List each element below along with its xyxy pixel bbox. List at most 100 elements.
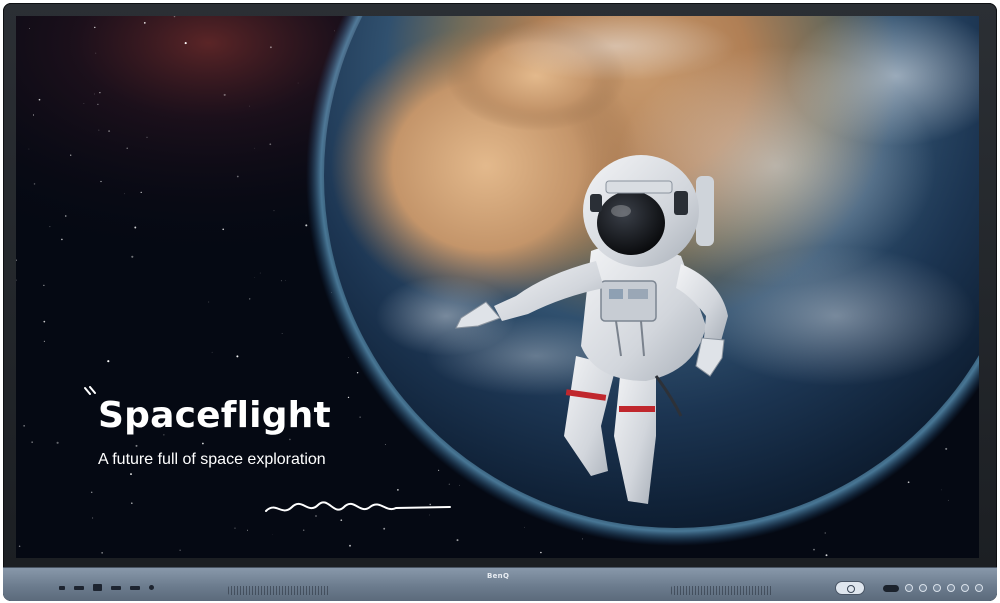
star [94,26,96,29]
star [43,340,45,342]
star [43,284,45,286]
star [28,148,30,150]
front-ports [59,584,154,591]
star [184,42,187,45]
home-button[interactable] [919,584,927,592]
star [108,130,111,133]
star [61,238,63,241]
star [947,499,949,501]
star [222,228,225,231]
display-screen[interactable]: Spaceflight A future full of space explo… [16,16,979,558]
star [248,298,251,300]
star [448,483,450,485]
star [356,371,359,374]
star [254,147,256,149]
star [340,519,343,522]
star [98,129,100,131]
star [97,103,99,106]
star [29,28,30,29]
front-control-buttons [835,581,983,595]
star [99,92,101,94]
star [824,532,826,534]
star [31,441,33,443]
star [134,226,137,229]
menu-button[interactable] [975,584,983,592]
headline-text: Spaceflight [84,386,331,436]
star [273,210,275,212]
star [236,175,239,178]
star [384,444,386,445]
star [56,441,59,444]
scribble-underline-icon [265,501,451,512]
volume-up-button[interactable] [961,584,969,592]
star [280,280,282,282]
light-sensor [883,584,899,592]
star [18,545,21,548]
star [95,52,97,54]
star [247,529,249,531]
star [334,30,335,32]
star [582,538,583,540]
star [208,301,210,303]
star [437,469,440,472]
star [49,226,51,228]
star [179,549,181,551]
star [101,552,103,554]
star [383,527,386,530]
volume-down-button[interactable] [947,584,955,592]
star [131,255,134,258]
star [813,548,815,551]
star [33,114,34,116]
usb-a-port [111,585,121,590]
hero-text-block: Spaceflight A future full of space explo… [84,386,451,512]
star [297,82,299,84]
brand-logo: BenQ [487,572,510,580]
space-scene-image [16,16,979,558]
star [83,103,85,104]
star [940,489,942,491]
right-speaker-grille [671,586,773,595]
accent-tick-icon [84,386,96,395]
star [540,551,542,554]
star [524,526,525,528]
star [249,105,250,107]
headline-label: Spaceflight [98,395,331,436]
star [65,215,67,217]
left-speaker-grille [228,586,330,595]
star [254,277,256,279]
star [234,527,236,529]
star [33,183,36,185]
star [140,191,142,194]
star [397,489,399,491]
usb-c-port [59,585,65,590]
usb-a-port [130,585,140,590]
input-button[interactable] [905,584,913,592]
star [459,484,460,486]
star [130,473,132,476]
star [302,529,305,532]
star [259,272,261,274]
star [284,280,286,281]
star [305,224,308,227]
back-button[interactable] [933,584,941,592]
star [211,351,213,353]
power-button[interactable] [835,581,865,595]
subheadline-text: A future full of space exploration [98,451,326,468]
hdmi-port [74,585,84,590]
star [23,425,25,427]
star [92,517,94,519]
star [223,93,226,96]
star [281,332,283,334]
usb-a-port [93,584,102,591]
star [107,360,110,363]
star [38,98,41,101]
audio-port [149,585,154,590]
star [456,539,459,542]
star [70,154,72,156]
star [90,491,93,494]
star [100,180,102,183]
star [124,193,125,195]
star [269,46,272,49]
star [907,481,910,484]
star [347,396,350,399]
